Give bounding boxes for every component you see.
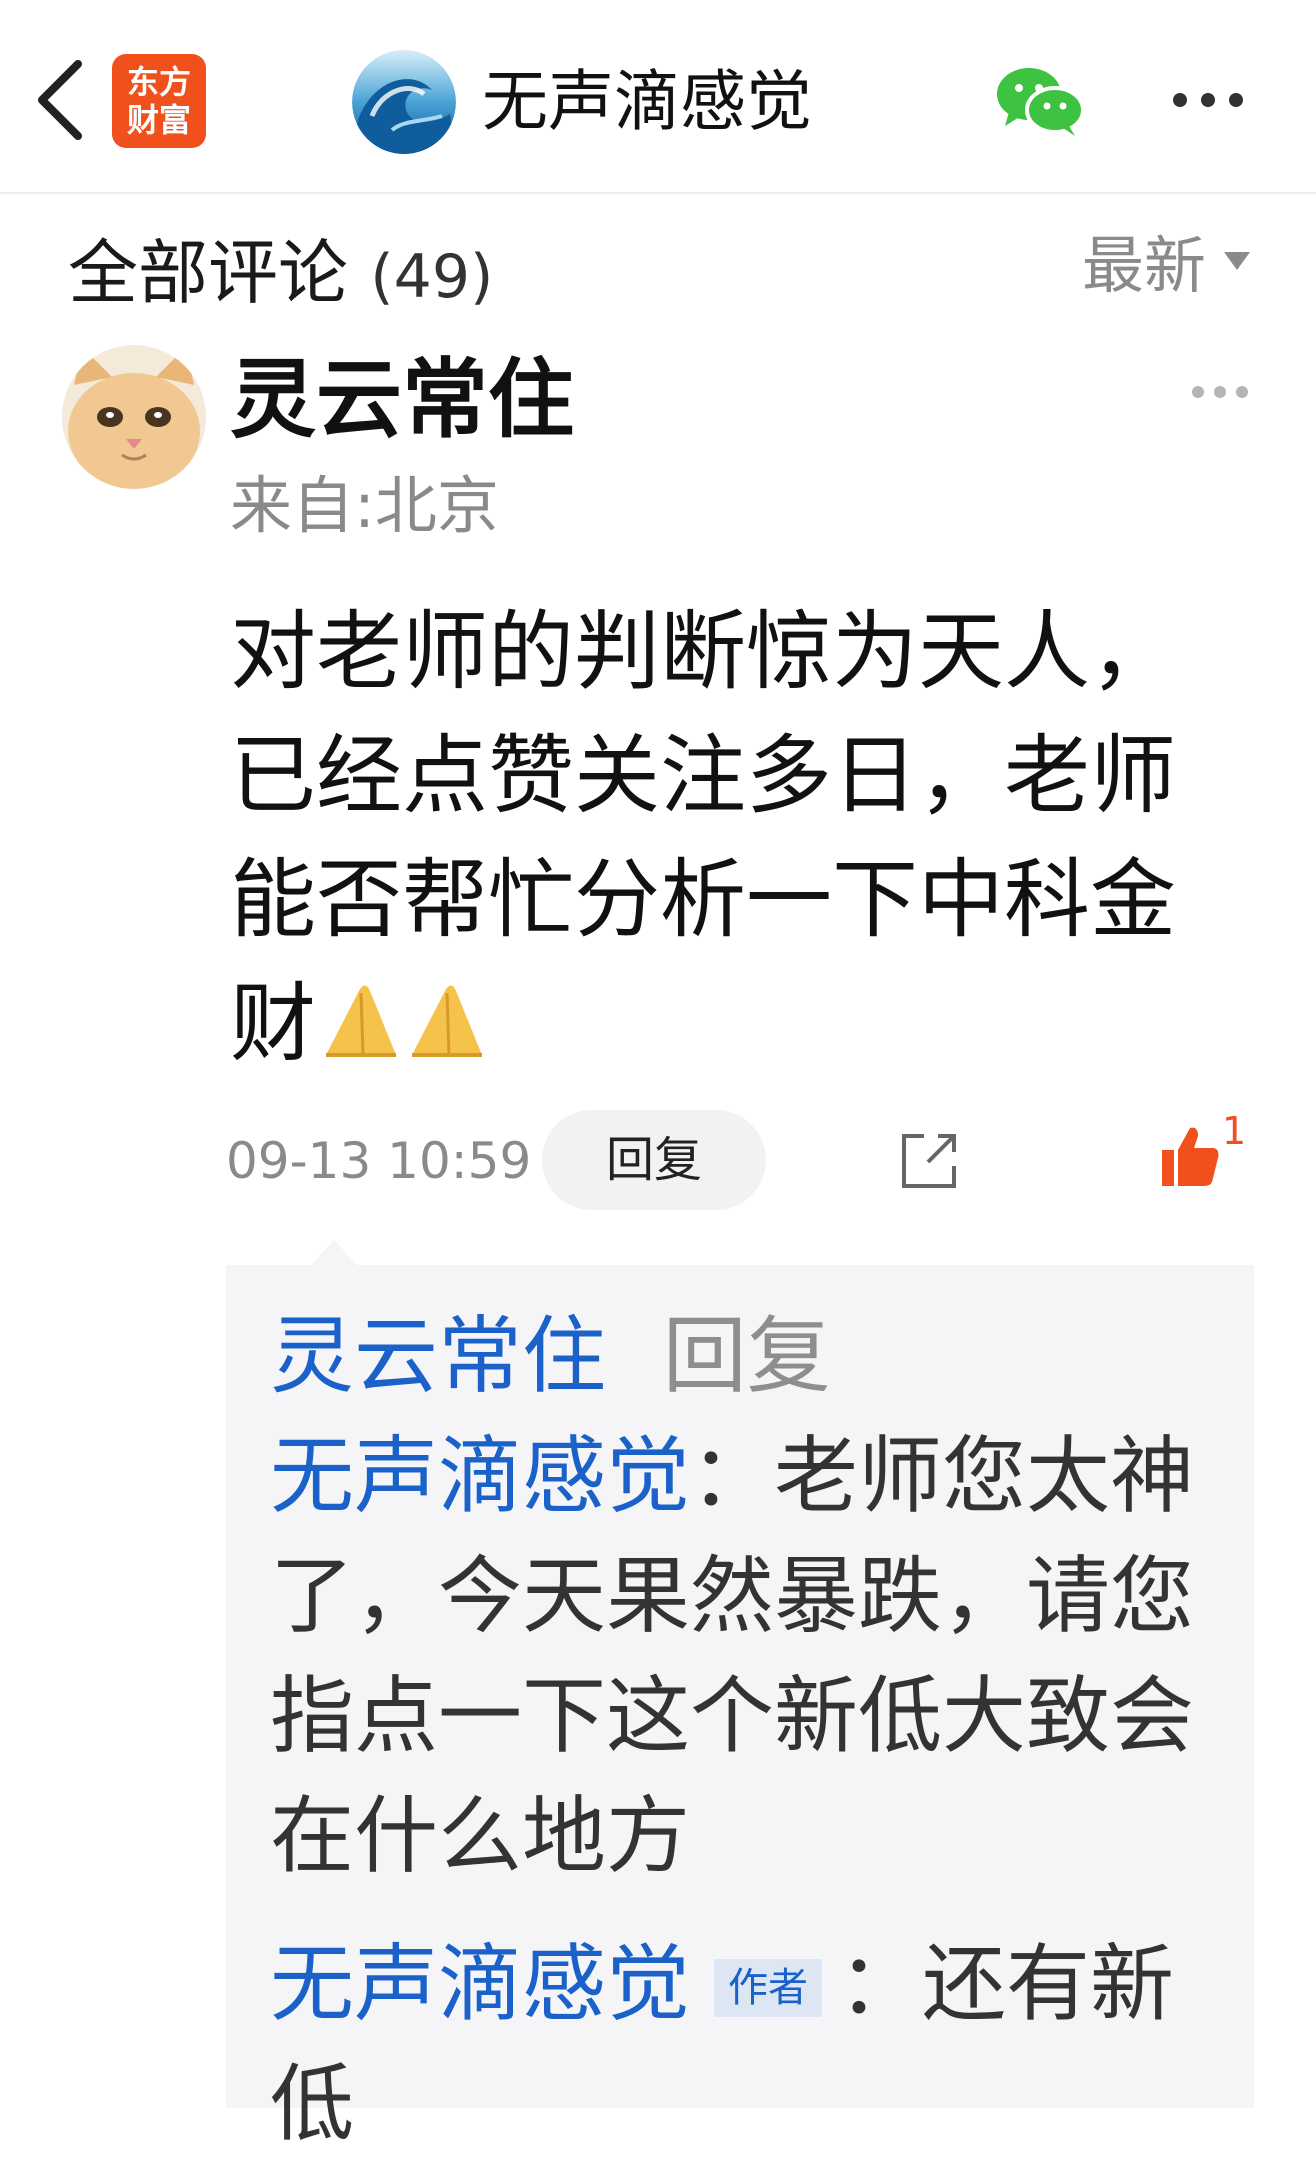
wechat-share-icon[interactable] — [995, 66, 1085, 138]
reply-separator: ： — [838, 1935, 923, 2033]
comments-title-text: 全部评论 — [68, 232, 348, 314]
back-arrow-icon[interactable] — [30, 56, 94, 144]
comment-body-line: 财 — [230, 974, 316, 1074]
reply-text: 指点一下这个新低大致会 — [270, 1667, 1195, 1765]
reply-header-user[interactable]: 灵云常住 — [270, 1307, 606, 1405]
comment-body-line: 对老师的判断惊为天人， — [230, 602, 1176, 702]
comment-more-icon[interactable] — [1190, 384, 1250, 400]
user-avatar[interactable] — [62, 345, 206, 489]
more-options-icon[interactable] — [1170, 90, 1246, 110]
reply-user[interactable]: 无声滴感觉 — [270, 1427, 690, 1525]
reply-separator: ： — [690, 1427, 775, 1525]
reply-text: 了，今天果然暴跌，请您 — [270, 1547, 1195, 1645]
comment-body-line: 已经点赞关注多日，老师 — [230, 726, 1176, 826]
reply-text: 在什么地方 — [270, 1787, 691, 1885]
reply-item[interactable]: 无声滴感觉 作者 ：还有新低 — [270, 1924, 1230, 2164]
comment-body: 对老师的判断惊为天人， 已经点赞关注多日，老师 能否帮忙分析一下中科金 财 — [230, 590, 1240, 1086]
caret-down-icon[interactable] — [1224, 252, 1250, 270]
reply-button[interactable]: 回复 — [542, 1110, 766, 1210]
reply-text: 老师您太神 — [774, 1427, 1195, 1525]
reply-box-pointer — [310, 1240, 358, 1266]
comment-timestamp: 09-13 10:59 — [226, 1132, 532, 1190]
author-badge: 作者 — [714, 1959, 823, 2017]
share-icon[interactable] — [898, 1130, 960, 1192]
channel-avatar[interactable] — [352, 50, 456, 154]
logo-text-line1: 东方 — [126, 63, 191, 101]
comment-username[interactable]: 灵云常住 — [230, 348, 574, 452]
sort-dropdown[interactable]: 最新 — [1082, 226, 1206, 306]
pray-emoji-icon — [412, 985, 482, 1057]
reply-header-action: 回复 — [662, 1307, 831, 1405]
comments-count: (49) — [370, 242, 494, 312]
reply-item[interactable]: 无声滴感觉：老师您太神 — [270, 1416, 1230, 1536]
reply-user[interactable]: 无声滴感觉 — [270, 1935, 690, 2033]
comments-title: 全部评论 (49) — [68, 228, 493, 322]
pray-emoji-icon — [326, 985, 396, 1057]
channel-title: 无声滴感觉 — [482, 63, 812, 140]
comment-location: 来自:北京 — [230, 469, 499, 542]
reply-header: 灵云常住 回复 — [270, 1296, 1230, 1416]
like-count: 1 — [1222, 1109, 1247, 1153]
comment-body-line: 能否帮忙分析一下中科金 — [230, 850, 1176, 950]
logo-text-line2: 财富 — [126, 101, 191, 139]
comment-body-line-last: 财 — [230, 962, 1240, 1086]
thumbs-up-icon[interactable] — [1160, 1124, 1220, 1188]
app-logo[interactable]: 东方 财富 — [112, 54, 206, 148]
